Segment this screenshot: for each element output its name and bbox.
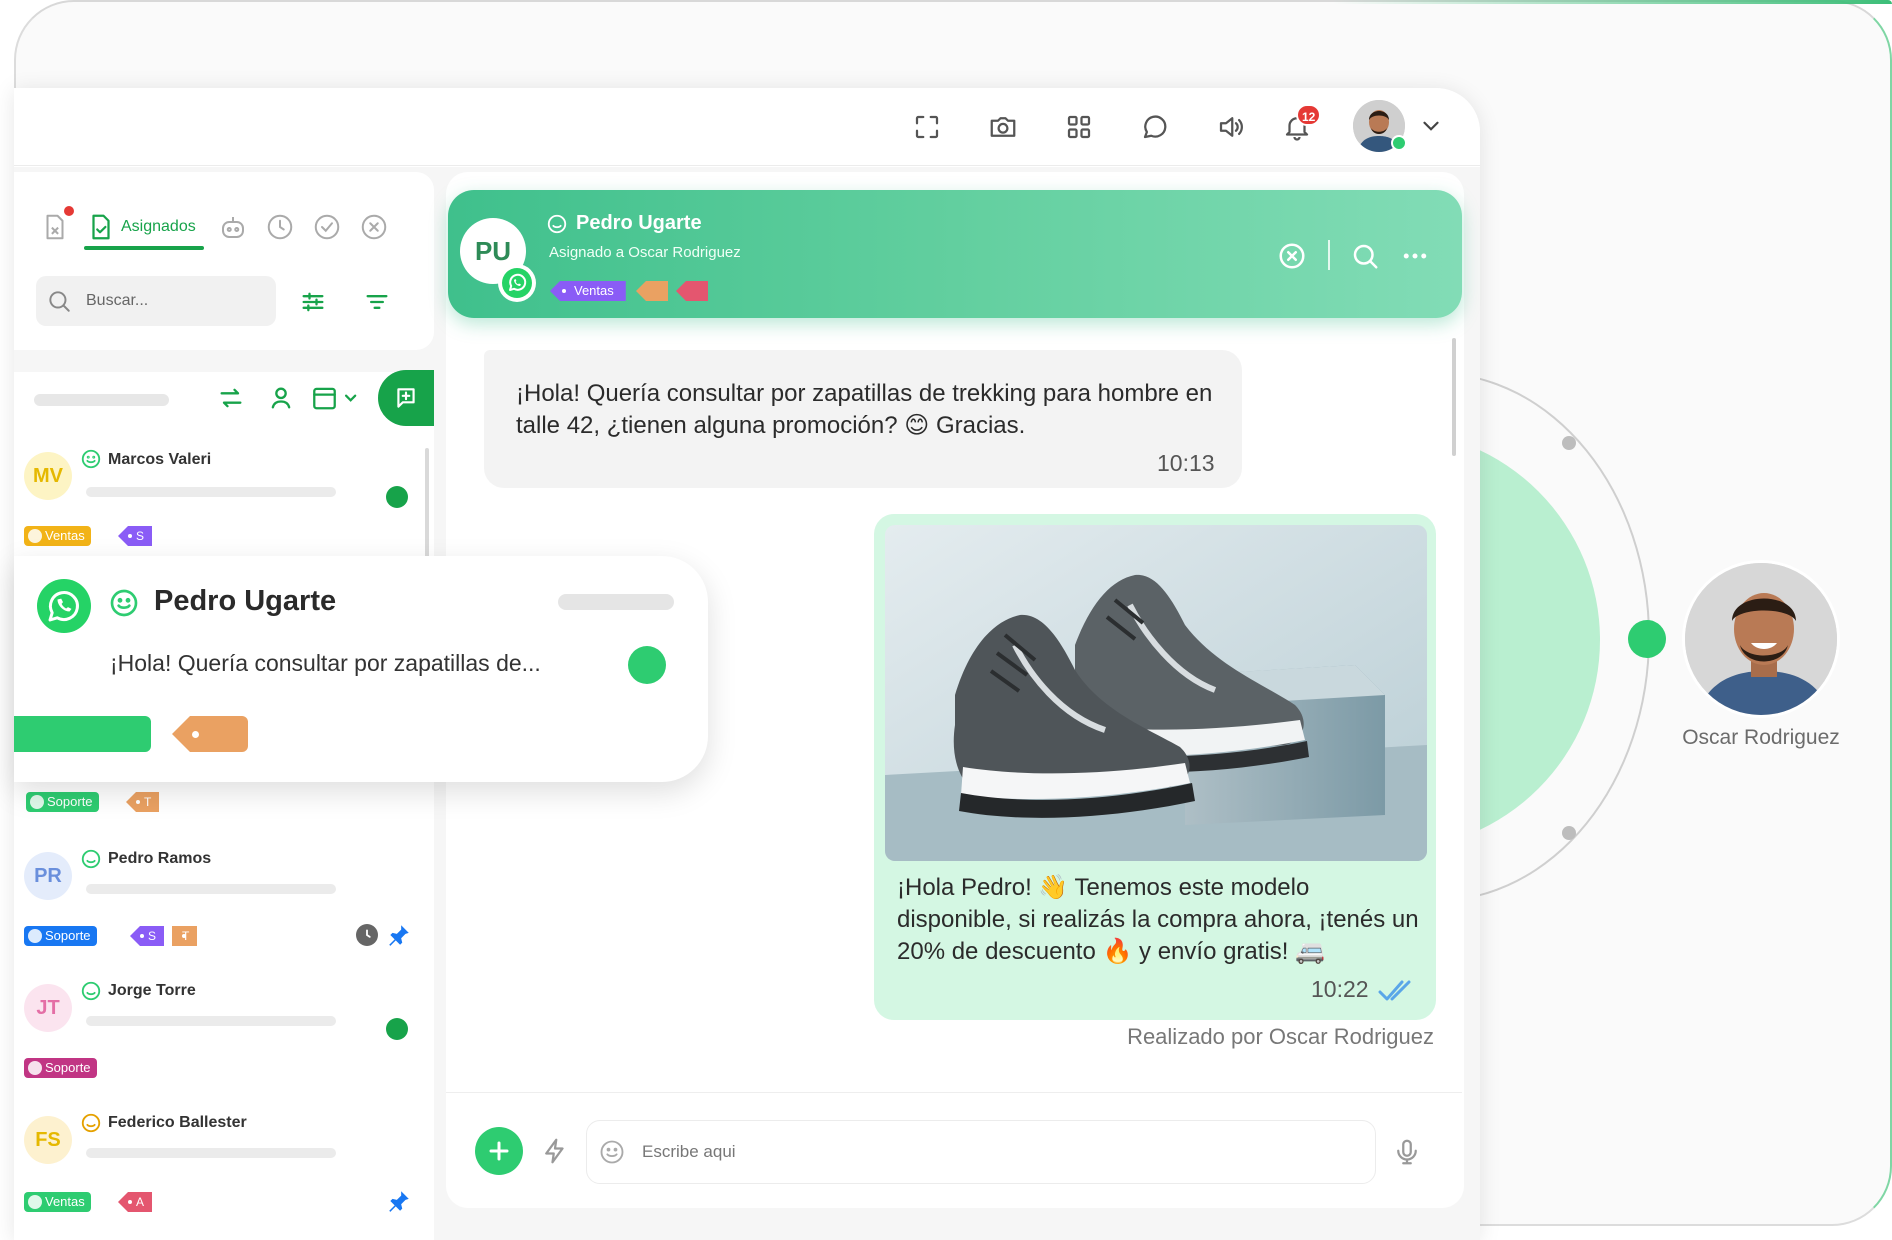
whatsapp-icon [498,264,536,302]
close-circle-icon[interactable] [1277,241,1307,271]
tab-assigned-label[interactable]: Asignados [121,218,196,236]
message-preview-placeholder [86,487,336,497]
sent-by-label: Realizado por Oscar Rodriguez [1127,1024,1434,1049]
swap-icon[interactable] [217,384,245,412]
message-preview-placeholder [86,884,336,894]
speaker-icon[interactable] [1216,112,1246,142]
smile-icon [546,213,568,235]
list-toolbar-placeholder [34,394,169,406]
message-time: 10:22 [1311,976,1369,1002]
outgoing-message-text: ¡Hola Pedro! 👋 Tenemos este modelo dispo… [897,874,1419,965]
online-status-dot [1391,135,1407,151]
label-tag: T [172,926,198,946]
agent-photo [1682,560,1840,718]
active-tab-indicator [84,246,204,250]
unread-dot [386,486,408,508]
incoming-message-text: ¡Hola! Quería consultar por zapatillas d… [516,380,1213,439]
pin-icon[interactable] [386,1188,412,1214]
message-time: 10:13 [1157,450,1215,476]
search-icon [46,288,72,314]
chevron-down-icon[interactable] [1418,113,1444,139]
unread-dot [386,1018,408,1040]
agent-name: Oscar Rodriguez [1682,726,1840,749]
connector-node [1628,620,1666,658]
unread-dot [628,646,666,684]
conversation-name[interactable]: Marcos Valeri [108,451,211,469]
clock-icon[interactable] [265,212,295,242]
assigned-to-text: Asignado a Oscar Rodriguez [549,244,741,261]
lightning-icon[interactable] [540,1136,570,1166]
more-options-icon[interactable] [1400,241,1430,271]
notification-preview-text: ¡Hola! Quería consultar por zapatillas d… [110,650,541,676]
check-circle-icon[interactable] [312,212,342,242]
unassigned-file-icon[interactable] [40,212,70,242]
message-preview-placeholder [86,1016,336,1026]
clock-icon [356,924,378,946]
camera-folder-icon[interactable] [988,112,1018,142]
search-icon[interactable] [1350,241,1380,271]
top-bar [14,88,1480,166]
avatar: JT [24,984,72,1032]
conversation-name[interactable]: Jorge Torre [108,982,196,1000]
contact-name: Pedro Ugarte [576,212,702,234]
list-scrollbar[interactable] [425,448,429,558]
channel-pill: Soporte [26,792,99,812]
conversation-name[interactable]: Pedro Ramos [108,850,211,868]
product-image[interactable] [885,525,1427,861]
avatar: PR [24,852,72,900]
decorative-dot [1562,826,1576,840]
composer-divider [446,1092,1462,1093]
whatsapp-icon [36,578,92,634]
emoji-icon[interactable] [598,1138,626,1166]
attach-button[interactable] [475,1127,523,1175]
fullscreen-icon[interactable] [912,112,942,142]
channel-pill: Ventas [24,1192,91,1212]
smile-icon [80,848,102,870]
sliders-icon[interactable] [299,288,327,316]
close-circle-icon[interactable] [359,212,389,242]
smile-icon [80,448,102,470]
avatar: FS [24,1116,72,1164]
new-chat-button[interactable] [378,370,434,426]
timestamp-placeholder [558,594,674,610]
user-assign-icon[interactable] [267,384,295,412]
channel-pill: Ventas [24,526,91,546]
message-preview-placeholder [86,1148,336,1158]
chat-bubble-icon[interactable] [1140,112,1170,142]
avatar: MV [24,452,72,500]
filter-icon[interactable] [363,288,391,316]
calendar-dropdown-icon[interactable] [312,384,362,412]
message-input[interactable] [642,1134,1342,1170]
apps-grid-icon[interactable] [1064,112,1094,142]
bot-icon[interactable] [218,212,248,242]
search-input[interactable] [86,284,266,318]
channel-pill: Soporte [24,1058,97,1078]
decorative-dot [1562,436,1576,450]
pin-icon[interactable] [386,922,412,948]
notification-contact-name: Pedro Ugarte [154,585,337,617]
header-divider [1328,240,1330,270]
microphone-icon[interactable] [1392,1136,1422,1168]
assigned-file-icon[interactable] [86,212,116,242]
smile-icon [80,1112,102,1134]
unread-dot [64,206,74,216]
chat-scrollbar[interactable] [1452,338,1456,456]
channel-pill [14,716,151,752]
read-receipt-icon [1378,978,1416,1004]
smile-icon [80,980,102,1002]
conversation-name[interactable]: Federico Ballester [108,1114,247,1132]
channel-pill: Soporte [24,926,97,946]
notification-badge: 12 [1296,104,1322,126]
label-tag: Ventas [550,281,626,301]
smile-icon [108,587,140,619]
